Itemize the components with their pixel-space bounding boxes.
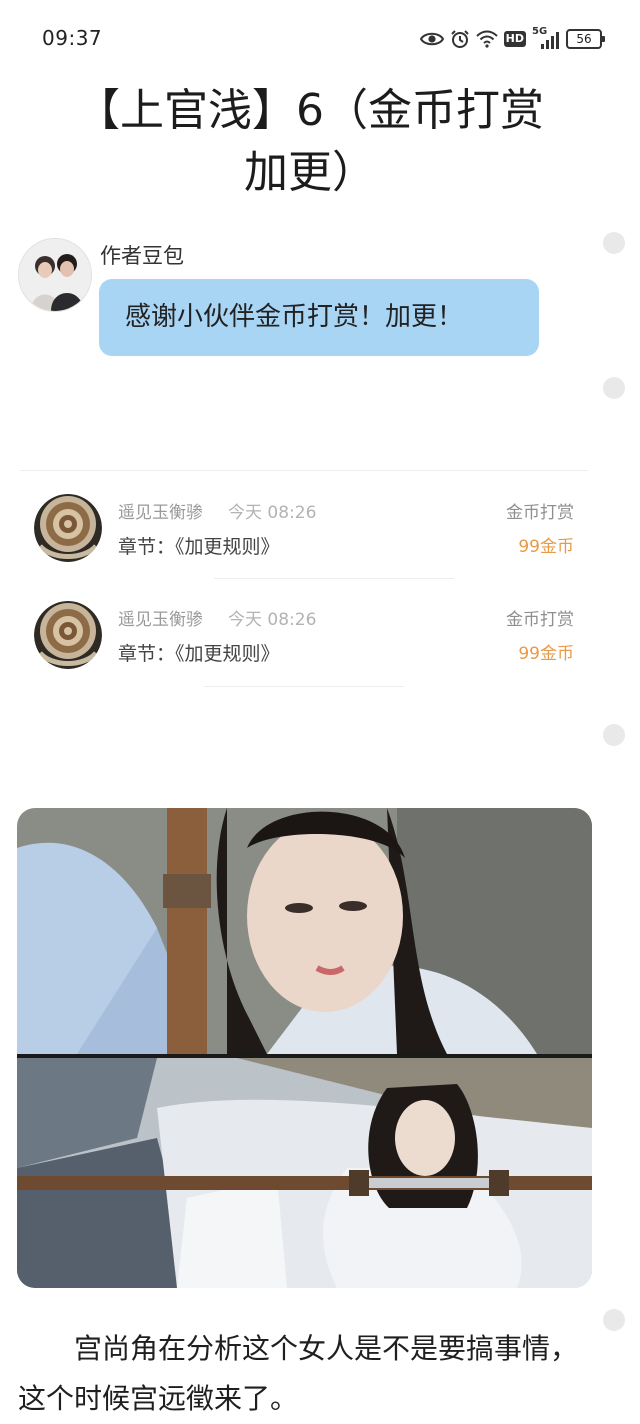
tip-record-card: 遥见玉衡骖 今天 08:26 章节：《加更规则》 金币打赏 99金币 遥见玉衡骖… xyxy=(20,466,588,698)
tipper-name: 遥见玉衡骖 xyxy=(118,503,203,523)
tipper-name: 遥见玉衡骖 xyxy=(118,610,203,630)
status-time: 09:37 xyxy=(42,26,103,50)
article-paragraph: 宫尚角在分析这个女人是不是要搞事情，这个时候宫远徵来了。 xyxy=(18,1332,579,1415)
tip-type: 金币打赏 xyxy=(506,503,574,523)
hd-icon: HD xyxy=(503,31,526,47)
wifi-icon xyxy=(475,30,498,48)
article-title-line1: 【上官浅】6（金币打赏 xyxy=(76,85,544,136)
divider xyxy=(204,686,404,687)
tip-type: 金币打赏 xyxy=(506,610,574,630)
article-title: 【上官浅】6（金币打赏 加更） xyxy=(40,80,580,204)
author-avatar[interactable] xyxy=(18,238,92,312)
author-message-bubble: 感谢小伙伴金币打赏！加更！ xyxy=(99,279,539,356)
scroll-marker[interactable] xyxy=(603,232,625,254)
tip-amount: 99金币 xyxy=(518,537,574,557)
tip-time: 今天 08:26 xyxy=(228,503,317,523)
author-name: 作者豆包 xyxy=(100,244,184,268)
tip-record[interactable]: 遥见玉衡骖 今天 08:26 章节：《加更规则》 金币打赏 99金币 xyxy=(20,601,588,691)
battery-icon: 56 xyxy=(566,29,605,49)
status-icons: HD 5G 56 xyxy=(419,26,605,52)
article-title-line2: 加更） xyxy=(244,147,376,198)
article-photo[interactable] xyxy=(17,808,592,1288)
scroll-marker[interactable] xyxy=(603,724,625,746)
tipper-avatar[interactable] xyxy=(34,601,102,669)
tip-chapter: 章节：《加更规则》 xyxy=(118,536,280,558)
tip-chapter: 章节：《加更规则》 xyxy=(118,643,280,665)
divider xyxy=(20,470,588,471)
tip-amount: 99金币 xyxy=(518,644,574,664)
scroll-marker[interactable] xyxy=(603,377,625,399)
status-bar: 09:37 HD 5G 56 xyxy=(0,0,640,76)
divider xyxy=(214,578,454,579)
tip-time: 今天 08:26 xyxy=(228,610,317,630)
tipper-avatar[interactable] xyxy=(34,494,102,562)
eye-icon xyxy=(419,31,444,47)
tip-record[interactable]: 遥见玉衡骖 今天 08:26 章节：《加更规则》 金币打赏 99金币 xyxy=(20,494,588,584)
alarm-icon xyxy=(450,29,470,49)
signal-icon: 5G xyxy=(532,26,560,50)
scroll-marker[interactable] xyxy=(603,1309,625,1331)
